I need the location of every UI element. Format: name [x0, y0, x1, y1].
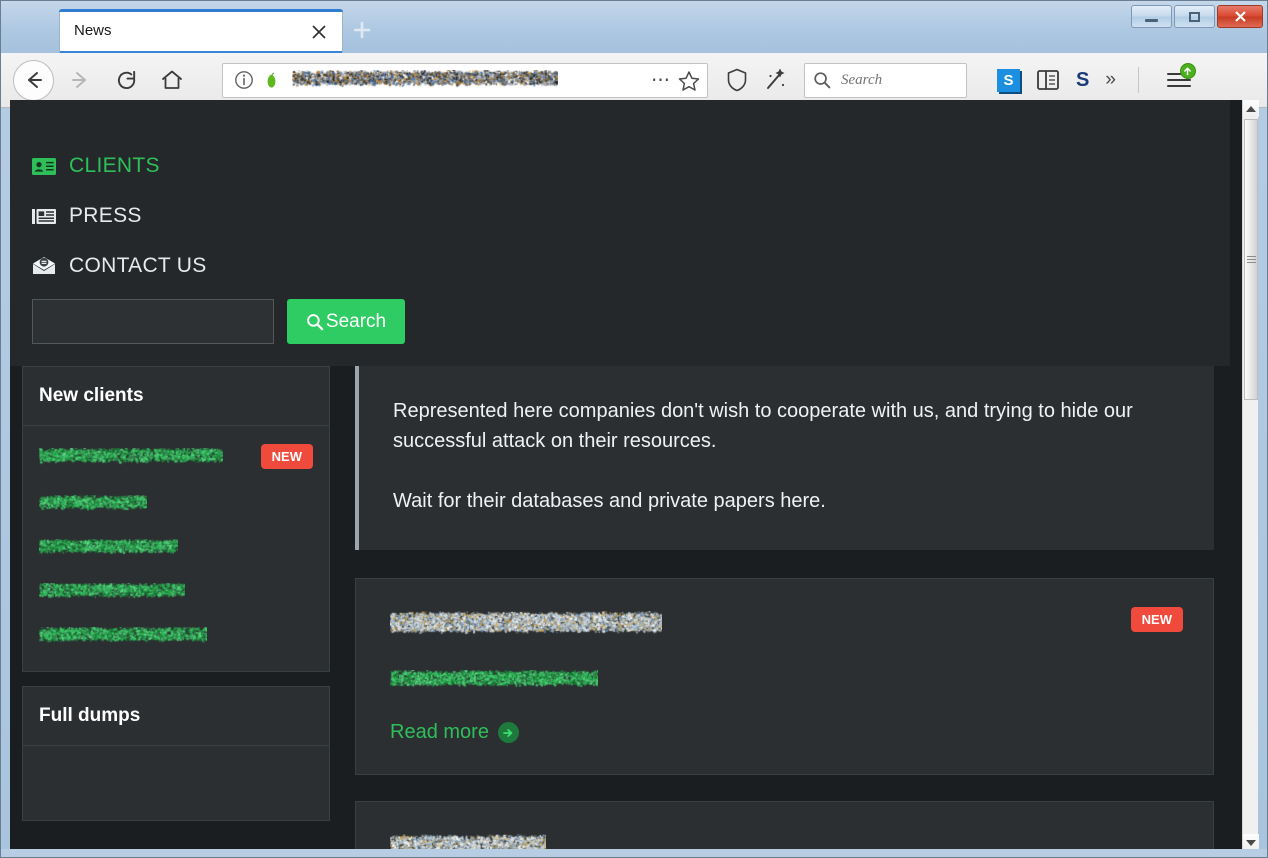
close-icon[interactable] [308, 21, 330, 43]
double-chevron-icon[interactable]: » [1105, 69, 1116, 91]
notice-box: Represented here companies don't wish to… [355, 366, 1214, 550]
envelope-icon [32, 256, 56, 276]
tab-strip: News [1, 1, 1267, 53]
sidebar-item-contact-us[interactable]: CONTACT US [32, 249, 207, 283]
minimize-icon[interactable] [1131, 5, 1172, 28]
close-icon[interactable] [1217, 5, 1263, 28]
onion-icon [263, 71, 280, 89]
tab-title: News [74, 22, 112, 39]
page-body: New clients NEW Full dumps Represented h… [10, 366, 1230, 851]
article-header [390, 830, 1183, 851]
browser-search-bar[interactable] [804, 63, 967, 98]
panel-body [23, 746, 329, 820]
extension-toolbar: S S » [997, 67, 1193, 93]
scrollbar-thumb[interactable] [1244, 119, 1258, 400]
url-text-redacted [292, 70, 645, 90]
article-header: NEW [390, 607, 1183, 644]
client-name-redacted [39, 583, 185, 601]
s-extension-icon[interactable]: S [997, 69, 1020, 92]
window-bottom-edge [1, 849, 1267, 857]
sidebar-item-label: CLIENTS [69, 154, 160, 178]
article-title-redacted[interactable] [390, 830, 546, 851]
status-badge: NEW [261, 444, 313, 469]
shield-icon[interactable] [724, 67, 750, 93]
url-bar[interactable]: ⋯ [222, 63, 708, 98]
search-input[interactable] [839, 71, 949, 90]
page-main: Represented here companies don't wish to… [355, 366, 1230, 851]
panel-header: New clients [23, 367, 329, 426]
notice-paragraph: Represented here companies don't wish to… [393, 396, 1180, 456]
panel-body: NEW [23, 426, 329, 671]
triangle-up-icon[interactable] [1243, 100, 1259, 117]
notice-paragraph: Wait for their databases and private pap… [393, 486, 1180, 516]
panel-full-dumps: Full dumps [22, 686, 330, 821]
panel-title: New clients [39, 385, 313, 407]
urlbar-actions: ⋯ [649, 69, 701, 91]
client-name-redacted [39, 627, 207, 645]
contact-card-icon [32, 156, 56, 176]
toolbar-divider [1138, 67, 1139, 93]
article-card: NEW Read more [355, 578, 1214, 775]
web-page: CLIENTS PRESS CONTACT US Search New clie… [10, 100, 1230, 851]
site-search-button-label: Search [326, 311, 386, 333]
article-card [355, 801, 1214, 851]
site-navigation: CLIENTS PRESS CONTACT US Search [10, 137, 1230, 366]
plus-icon[interactable] [347, 15, 377, 45]
content-viewport: CLIENTS PRESS CONTACT US Search New clie… [10, 100, 1244, 851]
search-icon [813, 71, 831, 89]
browser-window: News ⋯ Search S S » CLIENTS PRESS CONTAC… [0, 0, 1268, 858]
site-search-input[interactable] [32, 299, 274, 344]
list-item[interactable] [39, 495, 313, 513]
maximize-icon[interactable] [1174, 5, 1215, 28]
window-controls [1131, 5, 1263, 28]
client-name-redacted [39, 495, 147, 513]
info-circle-icon[interactable] [233, 69, 255, 91]
panel-new-clients: New clients NEW [22, 366, 330, 672]
ellipsis-icon[interactable]: ⋯ [649, 70, 673, 90]
sidebar-item-press[interactable]: PRESS [32, 199, 142, 233]
list-item[interactable] [39, 627, 313, 645]
status-badge: NEW [1131, 607, 1183, 632]
read-more-label: Read more [390, 721, 489, 744]
title-bar: News [1, 1, 1267, 53]
update-arrow-icon [1180, 63, 1196, 79]
newspaper-icon [32, 206, 56, 226]
site-search-button[interactable]: Search [287, 299, 405, 344]
sidebar-item-clients[interactable]: CLIENTS [32, 149, 160, 183]
site-search-row: Search [32, 299, 1230, 366]
magic-wand-icon[interactable] [762, 67, 788, 93]
panel-header: Full dumps [23, 687, 329, 746]
tab-news[interactable]: News [59, 9, 343, 53]
article-url-redacted[interactable] [390, 670, 1183, 695]
reload-icon[interactable] [106, 60, 146, 100]
sidebar-panel-icon[interactable] [1036, 69, 1060, 91]
search-icon [306, 313, 324, 331]
client-name-redacted [39, 539, 178, 557]
article-title-redacted[interactable] [390, 607, 662, 644]
list-item[interactable]: NEW [39, 444, 313, 469]
list-item[interactable] [39, 583, 313, 601]
sidebar-item-label: CONTACT US [69, 254, 207, 278]
star-icon[interactable] [677, 69, 701, 91]
client-name-redacted [39, 448, 223, 466]
forward-arrow-icon[interactable] [60, 60, 100, 100]
panel-title: Full dumps [39, 705, 313, 727]
arrow-right-circle-icon [498, 722, 519, 743]
list-item[interactable] [39, 539, 313, 557]
back-arrow-icon[interactable] [13, 60, 54, 101]
home-icon[interactable] [152, 60, 192, 100]
vertical-scrollbar[interactable] [1242, 100, 1258, 851]
sidebar-item-label: PRESS [69, 204, 142, 228]
tab-active-indicator [59, 9, 343, 12]
s-bold-extension-icon[interactable]: S [1076, 69, 1089, 92]
page-sidebar: New clients NEW Full dumps [22, 366, 330, 851]
site-header-band [10, 100, 1230, 137]
read-more-link[interactable]: Read more [390, 721, 519, 744]
hamburger-menu-icon[interactable] [1165, 67, 1193, 93]
